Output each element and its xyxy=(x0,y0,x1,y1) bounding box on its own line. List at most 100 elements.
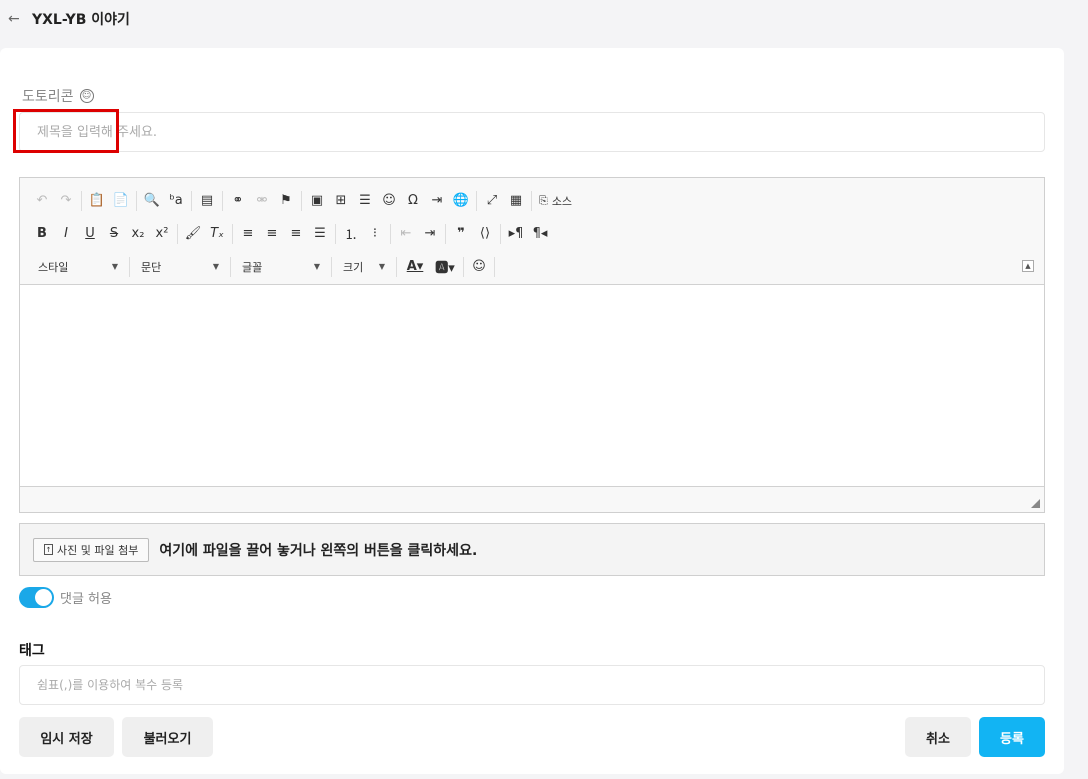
toolbar-separator xyxy=(136,190,137,211)
title-input[interactable] xyxy=(19,112,1045,152)
find-icon[interactable]: 🔍 xyxy=(140,189,164,213)
background-color-icon[interactable]: 🅰▾ xyxy=(430,255,460,279)
blockquote-icon[interactable]: ❞ xyxy=(449,222,473,246)
editor-content-area[interactable] xyxy=(20,285,1044,486)
toolbar-separator xyxy=(222,190,223,211)
attach-file-button[interactable]: ↑ 사진 및 파일 첨부 xyxy=(33,537,150,562)
toolbar-separator xyxy=(494,256,495,277)
upload-icon: ↑ xyxy=(44,544,53,555)
align-left-icon[interactable]: ≡ xyxy=(236,222,260,246)
align-justify-icon[interactable]: ☰ xyxy=(308,222,332,246)
table-icon[interactable]: ⊞ xyxy=(329,189,353,213)
editor-toolbar: ↶ ↷ 📋 📄 🔍 ᵇa ▤ ⚭ ⚮ ⚑ ▣ ⊞ ☰ ☺ Ω ⇥ 🌐 ⤢ ▦ ⎘… xyxy=(20,178,1044,285)
collapse-toolbar-icon[interactable]: ▲ xyxy=(1022,260,1034,272)
image-icon[interactable]: ▣ xyxy=(305,189,329,213)
attach-button-label: 사진 및 파일 첨부 xyxy=(57,543,139,557)
page-break-icon[interactable]: ⇥ xyxy=(425,189,449,213)
smile-icon[interactable]: ☺ xyxy=(79,89,94,103)
toolbar-separator xyxy=(390,223,391,244)
toolbar-separator xyxy=(191,190,192,211)
submit-button[interactable]: 등록 xyxy=(979,717,1045,757)
superscript-icon[interactable]: x² xyxy=(150,222,174,246)
tag-input[interactable] xyxy=(19,665,1045,705)
font-combo[interactable]: 글꼴 ▼ xyxy=(234,256,328,278)
anchor-icon[interactable]: ⚑ xyxy=(274,189,298,213)
remove-format-icon[interactable]: Tₓ xyxy=(205,222,229,246)
iframe-icon[interactable]: 🌐 xyxy=(449,189,473,213)
select-all-icon[interactable]: ▤ xyxy=(195,189,219,213)
replace-icon[interactable]: ᵇa xyxy=(164,189,188,213)
toolbar-row-1: ↶ ↷ 📋 📄 🔍 ᵇa ▤ ⚭ ⚮ ⚑ ▣ ⊞ ☰ ☺ Ω ⇥ 🌐 ⤢ ▦ ⎘… xyxy=(30,184,1034,217)
source-label: 소스 xyxy=(551,194,573,208)
toolbar-separator xyxy=(396,256,397,277)
subscript-icon[interactable]: x₂ xyxy=(126,222,150,246)
toolbar-separator xyxy=(177,223,178,244)
toggle-knob xyxy=(35,589,52,606)
cancel-button[interactable]: 취소 xyxy=(905,717,971,757)
outdent-icon[interactable]: ⇤ xyxy=(394,222,418,246)
paragraph-combo[interactable]: 문단 ▼ xyxy=(133,256,227,278)
top-bar: ← YXL-YB 이야기 xyxy=(0,0,1088,38)
paste-icon[interactable]: 📋 xyxy=(85,189,109,213)
arrow-left-icon[interactable]: ← xyxy=(8,11,28,27)
unlink-icon[interactable]: ⚮ xyxy=(250,189,274,213)
strike-icon[interactable]: S xyxy=(102,222,126,246)
category-label: 도토리콘 xyxy=(22,89,74,105)
special-char-icon[interactable]: Ω xyxy=(401,189,425,213)
source-button[interactable]: ⎘ 소스 xyxy=(535,189,576,213)
style-combo[interactable]: 스타일 ▼ xyxy=(30,256,126,278)
caret-down-icon: ▼ xyxy=(212,262,219,271)
toolbar-separator xyxy=(129,256,130,277)
drop-hint: 여기에 파일을 끌어 놓거나 왼쪽의 버튼을 클릭하세요. xyxy=(159,542,478,559)
toolbar-separator xyxy=(500,223,501,244)
comment-toggle-row: 댓글 허용 xyxy=(19,587,112,608)
align-right-icon[interactable]: ≡ xyxy=(284,222,308,246)
undo-icon[interactable]: ↶ xyxy=(30,189,54,213)
toolbar-separator xyxy=(81,190,82,211)
emoji-icon[interactable]: ☺ xyxy=(377,189,401,213)
caret-down-icon: ▼ xyxy=(378,262,385,271)
toolbar-separator xyxy=(301,190,302,211)
toolbar-separator xyxy=(232,223,233,244)
ltr-icon[interactable]: ▸¶ xyxy=(504,222,528,246)
text-color-icon[interactable]: A▾ xyxy=(400,255,430,279)
redo-icon[interactable]: ↷ xyxy=(54,189,78,213)
comment-toggle[interactable] xyxy=(19,587,54,608)
editor-status-bar xyxy=(20,486,1044,512)
underline-icon[interactable]: U xyxy=(78,222,102,246)
toolbar-separator xyxy=(531,190,532,211)
category-selector[interactable]: 도토리콘 ☺ xyxy=(22,86,94,106)
tag-section-title: 태그 xyxy=(19,643,45,659)
toolbar-row-2: B I U S x₂ x² 🖌 Tₓ ≡ ≡ ≡ ☰ ⒈ ⁝ ⇤ ⇥ ❞ ⟨⟩ … xyxy=(30,217,1034,250)
horizontal-rule-icon[interactable]: ☰ xyxy=(353,189,377,213)
load-button[interactable]: 불러오기 xyxy=(122,717,213,757)
format-painter-icon[interactable]: 🖌 xyxy=(181,222,205,246)
emoticon-icon[interactable]: ☺ xyxy=(467,255,491,279)
align-center-icon[interactable]: ≡ xyxy=(260,222,284,246)
rich-text-editor: ↶ ↷ 📋 📄 🔍 ᵇa ▤ ⚭ ⚮ ⚑ ▣ ⊞ ☰ ☺ Ω ⇥ 🌐 ⤢ ▦ ⎘… xyxy=(19,177,1045,513)
indent-icon[interactable]: ⇥ xyxy=(418,222,442,246)
file-drop-zone[interactable]: ↑ 사진 및 파일 첨부 여기에 파일을 끌어 놓거나 왼쪽의 버튼을 클릭하세… xyxy=(19,523,1045,576)
div-container-icon[interactable]: ⟨⟩ xyxy=(473,222,497,246)
italic-icon[interactable]: I xyxy=(54,222,78,246)
maximize-icon[interactable]: ⤢ xyxy=(480,189,504,213)
link-icon[interactable]: ⚭ xyxy=(226,189,250,213)
resize-handle-icon[interactable] xyxy=(1031,499,1040,508)
rtl-icon[interactable]: ¶◂ xyxy=(528,222,552,246)
show-blocks-icon[interactable]: ▦ xyxy=(504,189,528,213)
font-combo-label: 글꼴 xyxy=(242,260,263,274)
caret-down-icon: ▼ xyxy=(111,262,118,271)
toolbar-row-3: 스타일 ▼ 문단 ▼ 글꼴 ▼ 크기 ▼ A▾ 🅰▾ ☺ xyxy=(30,250,1034,283)
toolbar-separator xyxy=(335,223,336,244)
bold-icon[interactable]: B xyxy=(30,222,54,246)
toolbar-separator xyxy=(445,223,446,244)
caret-down-icon: ▼ xyxy=(313,262,320,271)
numbered-list-icon[interactable]: ⒈ xyxy=(339,222,363,246)
temp-save-button[interactable]: 임시 저장 xyxy=(19,717,114,757)
bulleted-list-icon[interactable]: ⁝ xyxy=(363,222,387,246)
size-combo[interactable]: 크기 ▼ xyxy=(335,256,393,278)
toolbar-separator xyxy=(463,256,464,277)
source-icon: ⎘ xyxy=(539,193,548,207)
toolbar-separator xyxy=(230,256,231,277)
paste-text-icon[interactable]: 📄 xyxy=(109,189,133,213)
